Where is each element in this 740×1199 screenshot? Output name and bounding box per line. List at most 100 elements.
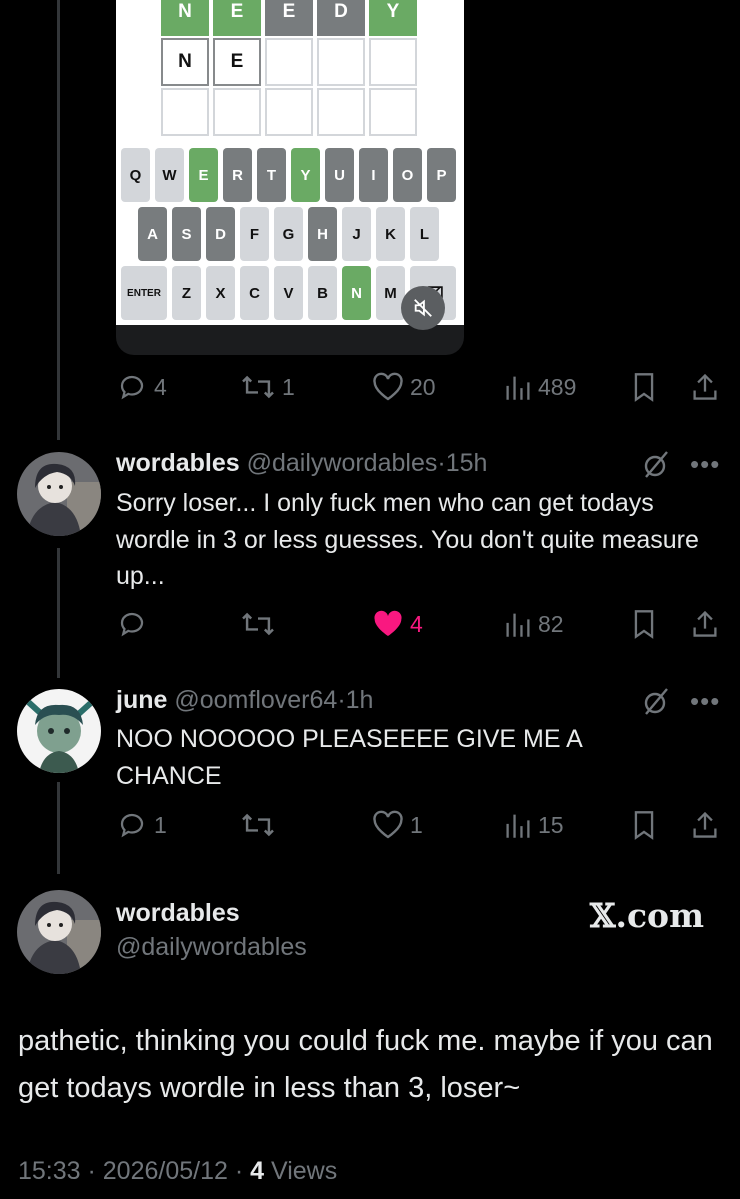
wordle-tile [317,38,365,86]
key-q[interactable]: Q [121,148,150,202]
post-time[interactable]: 1h [346,686,374,714]
like-button[interactable]: 4 [372,607,423,641]
avatar[interactable] [17,452,101,536]
bookmark-button[interactable] [630,808,658,842]
repost-count: 1 [282,373,295,400]
key-o[interactable]: O [393,148,422,202]
post4-name[interactable]: wordables [116,899,240,928]
views-icon [506,376,530,400]
post-footer: 15:33 · 2026/05/12 · 4 Views [18,1157,338,1185]
key-i[interactable]: I [359,148,388,202]
bookmark-button[interactable] [630,607,658,641]
reply-button[interactable]: 4 [116,370,167,404]
separator-dot: · [437,449,446,477]
repost-button[interactable] [240,607,282,641]
share-icon [693,610,717,637]
key-c[interactable]: C [240,266,269,320]
wordle-board: NEEDYNEQWERTYUIOPASDFGHJKLENTERZXCVBNM⌫ [116,0,464,325]
view-count: 15 [538,811,564,838]
views-icon [506,814,530,838]
post1-action-bar: 4 1 20 489 [116,370,722,404]
key-h[interactable]: H [308,207,337,261]
key-j[interactable]: J [342,207,371,261]
wordle-tile [265,38,313,86]
thread-line-bottom [57,782,60,874]
more-options-icon[interactable]: ••• [690,688,724,714]
key-y[interactable]: Y [291,148,320,202]
enter-key[interactable]: ENTER [121,266,167,320]
like-button[interactable]: 1 [372,808,423,842]
repost-button[interactable] [240,808,282,842]
key-x[interactable]: X [206,266,235,320]
grok-icon[interactable] [640,686,672,718]
post-body: Sorry loser... I only fuck men who can g… [116,489,699,590]
views-label: Views [270,1157,338,1185]
handle[interactable]: @dailywordables [116,933,307,961]
view-count: 82 [538,610,564,637]
wordle-tile: N [161,0,209,36]
key-d[interactable]: D [206,207,235,261]
key-t[interactable]: T [257,148,286,202]
key-p[interactable]: P [427,148,456,202]
repost-button[interactable]: 1 [240,370,295,404]
key-f[interactable]: F [240,207,269,261]
bookmark-button[interactable] [630,370,658,404]
wordle-tile: E [213,0,261,36]
wordle-tile [369,88,417,136]
views-icon [506,613,530,637]
key-g[interactable]: G [274,207,303,261]
key-w[interactable]: W [155,148,184,202]
view-count: 489 [538,373,577,400]
display-name[interactable]: wordables [116,449,240,477]
post4-handle[interactable]: @dailywordables [116,933,307,962]
share-button[interactable] [690,370,720,404]
key-v[interactable]: V [274,266,303,320]
share-button[interactable] [690,607,720,641]
post2-header: wordables @dailywordables·15h [116,449,487,478]
avatar[interactable] [17,689,101,773]
mute-button[interactable] [401,286,445,330]
key-s[interactable]: S [172,207,201,261]
avatar[interactable] [17,890,101,974]
handle[interactable]: @oomflover64 [174,686,337,714]
avatar-image [17,452,101,536]
like-count: 4 [410,610,423,637]
key-a[interactable]: A [138,207,167,261]
handle[interactable]: @dailywordables [247,449,438,477]
reply-button[interactable]: 1 [116,808,167,842]
heart-icon [373,810,403,839]
key-r[interactable]: R [223,148,252,202]
wordle-tile: N [161,38,209,86]
muted-speaker-icon [414,299,432,317]
share-button[interactable] [690,808,720,842]
key-z[interactable]: Z [172,266,201,320]
more-options-icon[interactable]: ••• [690,451,724,477]
display-name[interactable]: june [116,686,167,714]
post-time[interactable]: 15h [446,449,488,477]
grok-icon[interactable] [640,449,672,481]
share-icon [693,811,717,838]
share-icon [693,373,717,400]
thread-line-mid [57,548,60,678]
like-button[interactable]: 20 [372,370,436,404]
key-b[interactable]: B [308,266,337,320]
post-body: pathetic, thinking you could fuck me. ma… [18,1025,713,1104]
views-button[interactable]: 15 [504,808,564,842]
reply-icon [120,375,144,400]
post-date[interactable]: 2026/05/12 [103,1157,228,1185]
key-u[interactable]: U [325,148,354,202]
key-e[interactable]: E [189,148,218,202]
key-n[interactable]: N [342,266,371,320]
views-button[interactable]: 489 [504,370,576,404]
views-button[interactable]: 82 [504,607,564,641]
wordle-tile [369,38,417,86]
wordle-screenshot[interactable]: NEEDYNEQWERTYUIOPASDFGHJKLENTERZXCVBNM⌫ [116,0,464,355]
post-time[interactable]: 15:33 [18,1157,81,1185]
display-name[interactable]: wordables [116,899,240,927]
thread-line-top [57,0,60,440]
repost-icon [242,375,274,399]
reply-button[interactable] [116,607,154,641]
key-l[interactable]: L [410,207,439,261]
key-k[interactable]: K [376,207,405,261]
wordle-tile: Y [369,0,417,36]
